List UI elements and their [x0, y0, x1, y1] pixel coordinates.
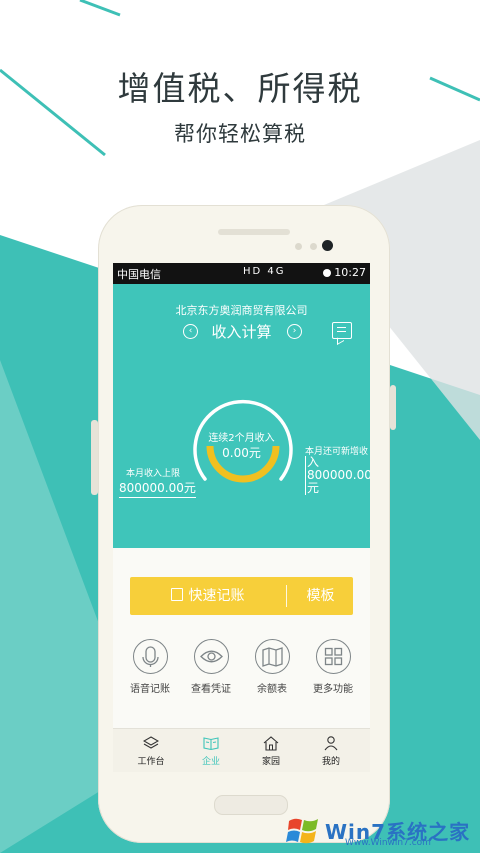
quick-entry-button[interactable]: 快速记账: [130, 577, 285, 615]
prev-month-button[interactable]: ‹: [183, 324, 198, 339]
status-bar: 中国电信 HD 4G 10:27: [113, 263, 370, 284]
remaining-income-value: 入800000.00元: [305, 455, 370, 495]
home-icon: [263, 735, 279, 751]
tab-label: 我的: [321, 757, 340, 767]
tab-mine[interactable]: 我的: [299, 729, 363, 767]
voice-entry-button[interactable]: 语音记账: [120, 639, 180, 695]
message-icon-line: [337, 331, 346, 333]
view-voucher-button[interactable]: 查看凭证: [181, 639, 241, 695]
status-time: 10:27: [334, 266, 366, 279]
function-label: 余额表: [257, 684, 287, 695]
phone-home-button: [214, 795, 288, 815]
map-icon: [254, 639, 290, 674]
phone-sensor: [310, 243, 317, 250]
message-icon[interactable]: [332, 322, 352, 339]
watermark-logo: Win7系统之家 Www.Winwin7.com: [285, 808, 480, 853]
phone-speaker: [218, 229, 290, 235]
tab-workbench[interactable]: 工作台: [119, 729, 183, 767]
phone-side-button: [91, 420, 98, 495]
tab-label: 工作台: [137, 757, 165, 767]
tab-bar: 工作台 企业 家园 我的: [113, 728, 370, 772]
template-button[interactable]: 模板: [288, 577, 353, 615]
title-row: 收入计算 ‹ ›: [113, 321, 370, 343]
edit-icon: [170, 588, 183, 601]
microphone-icon: [132, 639, 168, 674]
grid-icon: [315, 639, 351, 674]
tab-enterprise[interactable]: 企业: [179, 729, 243, 767]
more-functions-button[interactable]: 更多功能: [303, 639, 363, 695]
function-label: 更多功能: [313, 684, 353, 695]
divider: [286, 585, 287, 607]
eye-icon: [193, 639, 229, 674]
income-limit-label: 本月收入上限: [126, 469, 181, 479]
action-bar: 快速记账 模板: [130, 577, 353, 615]
function-label: 语音记账: [130, 684, 170, 695]
status-clock: 10:27: [323, 266, 366, 279]
next-month-button[interactable]: ›: [287, 324, 302, 339]
phone-side-button: [390, 385, 396, 430]
income-panel: 北京东方奥润商贸有限公司 收入计算 ‹ › 连续2个月收入 0.00元 本月收入…: [113, 284, 370, 548]
clock-icon: [323, 269, 332, 277]
person-icon: [323, 735, 339, 751]
income-limit-value: 800000.00元: [119, 479, 196, 498]
tab-label: 企业: [201, 757, 220, 767]
status-icons: HD 4G: [243, 266, 286, 277]
phone-sensor: [295, 243, 302, 250]
windows-logo-icon: [286, 818, 318, 844]
hero-subtitle: 帮你轻松算税: [174, 122, 306, 146]
message-icon-line: [337, 327, 346, 329]
app-screen: 中国电信 HD 4G 10:27 北京东方奥润商贸有限公司 收入计算 ‹ › 连…: [113, 263, 370, 772]
status-carrier: 中国电信: [117, 268, 161, 281]
tab-home[interactable]: 家园: [239, 729, 303, 767]
company-name: 北京东方奥润商贸有限公司: [175, 304, 308, 317]
book-icon: [203, 735, 219, 751]
hero-title: 增值税、所得税: [117, 69, 363, 108]
layers-icon: [142, 735, 160, 751]
balance-sheet-button[interactable]: 余额表: [242, 639, 302, 695]
quick-entry-label: 快速记账: [188, 588, 245, 604]
gauge-label: 连续2个月收入: [208, 433, 275, 444]
action-area: 快速记账 模板 语音记账 查看凭证 余额表 更多功能: [113, 548, 370, 728]
watermark-url: Www.Winwin7.com: [345, 838, 431, 848]
tab-label: 家园: [261, 757, 280, 767]
function-label: 查看凭证: [191, 684, 231, 695]
phone-camera: [322, 240, 333, 251]
